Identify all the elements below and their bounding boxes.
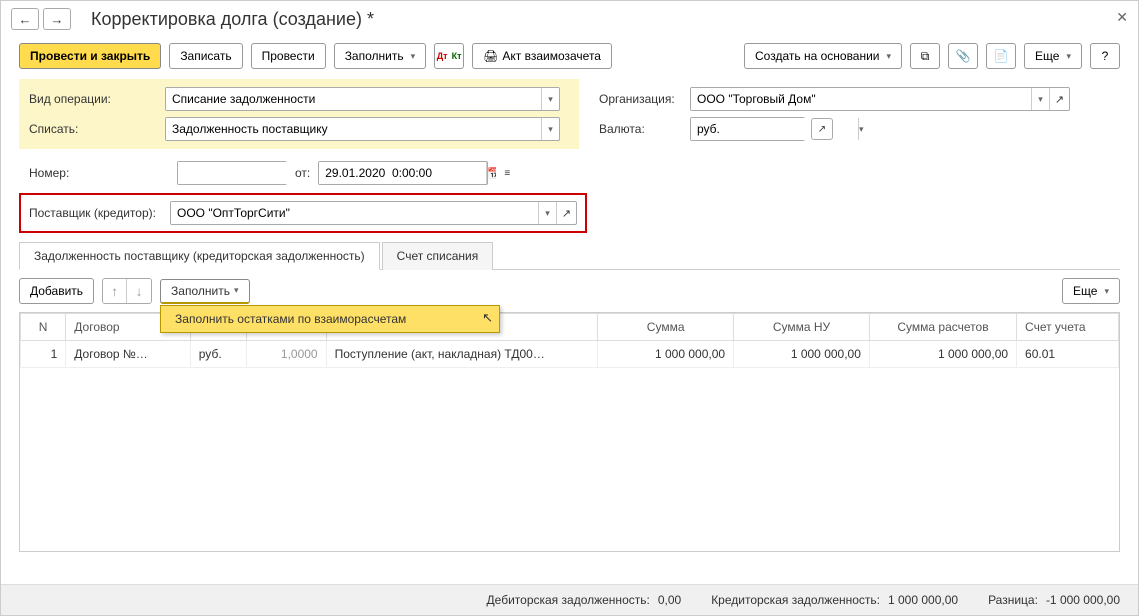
window-title: Корректировка долга (создание) * — [91, 9, 374, 30]
org-dropdown-icon[interactable]: ▾ — [1031, 88, 1049, 110]
supplier-input[interactable] — [171, 202, 538, 224]
fill-button[interactable]: Заполнить — [334, 43, 426, 69]
currency-dropdown-icon[interactable]: ▾ — [858, 118, 864, 140]
date-input[interactable] — [319, 162, 486, 184]
number-label: Номер: — [29, 166, 169, 180]
credit-value: 1 000 000,00 — [888, 593, 958, 607]
attach-button[interactable] — [948, 43, 978, 69]
structure-button[interactable]: ⧉ — [910, 43, 940, 69]
tab-fill-button[interactable]: Заполнить▾ — [160, 279, 249, 304]
dtkt-button[interactable]: ДтКт — [434, 43, 464, 69]
writeoff-label: Списать: — [29, 122, 159, 136]
debit-label: Дебиторская задолженность: — [487, 593, 650, 607]
cursor-icon: ↖ — [482, 310, 493, 326]
report-button[interactable] — [986, 43, 1016, 69]
print-icon — [483, 49, 498, 63]
operation-type-dropdown-icon[interactable]: ▾ — [541, 88, 559, 110]
save-button[interactable]: Записать — [169, 43, 242, 69]
post-and-close-button[interactable]: Провести и закрыть — [19, 43, 161, 69]
date-extra-icon[interactable]: ≡ — [496, 162, 518, 184]
operation-type-input[interactable] — [166, 88, 541, 110]
supplier-dropdown-icon[interactable]: ▾ — [538, 202, 556, 224]
writeoff-input[interactable] — [166, 118, 541, 140]
help-button[interactable]: ? — [1090, 43, 1120, 69]
credit-label: Кредиторская задолженность: — [711, 593, 880, 607]
more-button[interactable]: Еще — [1024, 43, 1082, 69]
writeoff-dropdown-icon[interactable]: ▾ — [541, 118, 559, 140]
act-button[interactable]: Акт взаимозачета — [472, 43, 612, 69]
supplier-label: Поставщик (кредитор): — [29, 206, 164, 220]
tab-debt[interactable]: Задолженность поставщику (кредиторская з… — [19, 242, 380, 270]
fill-menu-item[interactable]: Заполнить остатками по взаиморасчетам ↖ — [160, 305, 500, 333]
post-button[interactable]: Провести — [251, 43, 326, 69]
tab-account[interactable]: Счет списания — [382, 242, 494, 270]
close-icon[interactable]: ✕ — [1116, 9, 1128, 26]
operation-type-label: Вид операции: — [29, 92, 159, 106]
col-amount-calc: Сумма расчетов — [869, 314, 1016, 341]
diff-label: Разница: — [988, 593, 1038, 607]
forward-button[interactable]: → — [43, 8, 71, 30]
document-icon — [994, 49, 1009, 63]
create-based-button[interactable]: Создать на основании — [744, 43, 902, 69]
debit-value: 0,00 — [658, 593, 681, 607]
col-amount-nu: Сумма НУ — [734, 314, 870, 341]
org-open-icon[interactable]: ↗ — [1049, 88, 1069, 110]
supplier-open-icon[interactable]: ↗ — [556, 202, 576, 224]
from-label: от: — [295, 166, 310, 180]
col-amount: Сумма — [598, 314, 734, 341]
clip-icon — [956, 49, 971, 63]
move-up-button[interactable]: ↑ — [103, 279, 127, 303]
move-down-button[interactable]: ↓ — [127, 279, 151, 303]
org-label: Организация: — [599, 92, 684, 106]
table-row[interactable]: 1 Договор №… руб. 1,0000 Поступление (ак… — [21, 341, 1119, 368]
diff-value: -1 000 000,00 — [1046, 593, 1120, 607]
currency-open-icon[interactable]: ↗ — [811, 118, 833, 140]
back-button[interactable]: ← — [11, 8, 39, 30]
col-n: N — [21, 314, 66, 341]
add-row-button[interactable]: Добавить — [19, 278, 94, 304]
col-account: Счет учета — [1017, 314, 1119, 341]
tab-more-button[interactable]: Еще — [1062, 278, 1120, 304]
org-input[interactable] — [691, 88, 1031, 110]
currency-label: Валюта: — [599, 122, 684, 136]
